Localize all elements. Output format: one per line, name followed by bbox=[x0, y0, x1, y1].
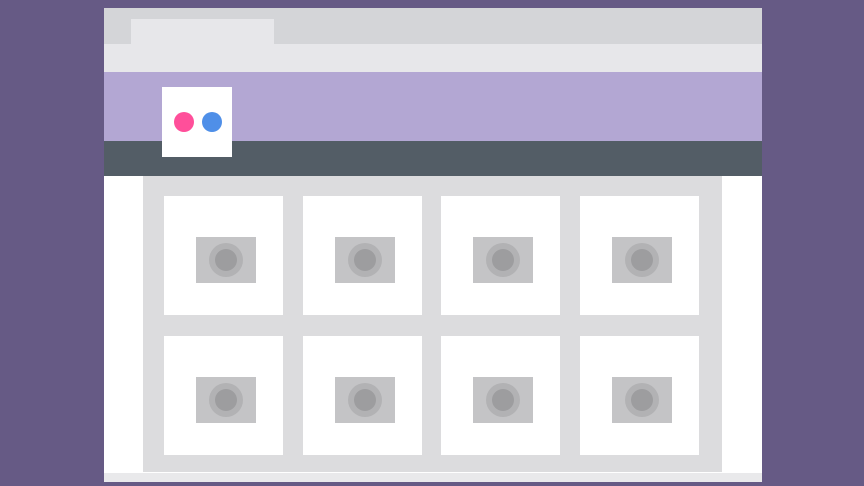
photo-placeholder-icon bbox=[612, 237, 672, 283]
bottom-strip bbox=[104, 473, 762, 482]
photo-thumbnail[interactable] bbox=[303, 196, 422, 315]
flickr-logo-icon[interactable] bbox=[162, 87, 232, 157]
browser-tab[interactable] bbox=[131, 19, 274, 44]
photo-grid bbox=[143, 176, 722, 472]
photo-placeholder-icon bbox=[196, 377, 256, 423]
photo-placeholder-icon bbox=[335, 237, 395, 283]
photo-placeholder-icon bbox=[612, 377, 672, 423]
logo-pink-dot bbox=[174, 112, 194, 132]
photo-thumbnail[interactable] bbox=[580, 336, 699, 455]
photo-thumbnail[interactable] bbox=[580, 196, 699, 315]
photo-placeholder-icon bbox=[473, 237, 533, 283]
photo-thumbnail[interactable] bbox=[303, 336, 422, 455]
photo-placeholder-icon bbox=[196, 237, 256, 283]
gallery-content bbox=[104, 176, 762, 482]
photo-thumbnail[interactable] bbox=[441, 196, 560, 315]
photo-thumbnail[interactable] bbox=[441, 336, 560, 455]
photo-placeholder-icon bbox=[473, 377, 533, 423]
logo-blue-dot bbox=[202, 112, 222, 132]
address-bar[interactable] bbox=[104, 44, 762, 72]
photo-placeholder-icon bbox=[335, 377, 395, 423]
photo-thumbnail[interactable] bbox=[164, 196, 283, 315]
tab-strip bbox=[104, 8, 762, 44]
photo-thumbnail[interactable] bbox=[164, 336, 283, 455]
browser-window bbox=[104, 8, 762, 482]
